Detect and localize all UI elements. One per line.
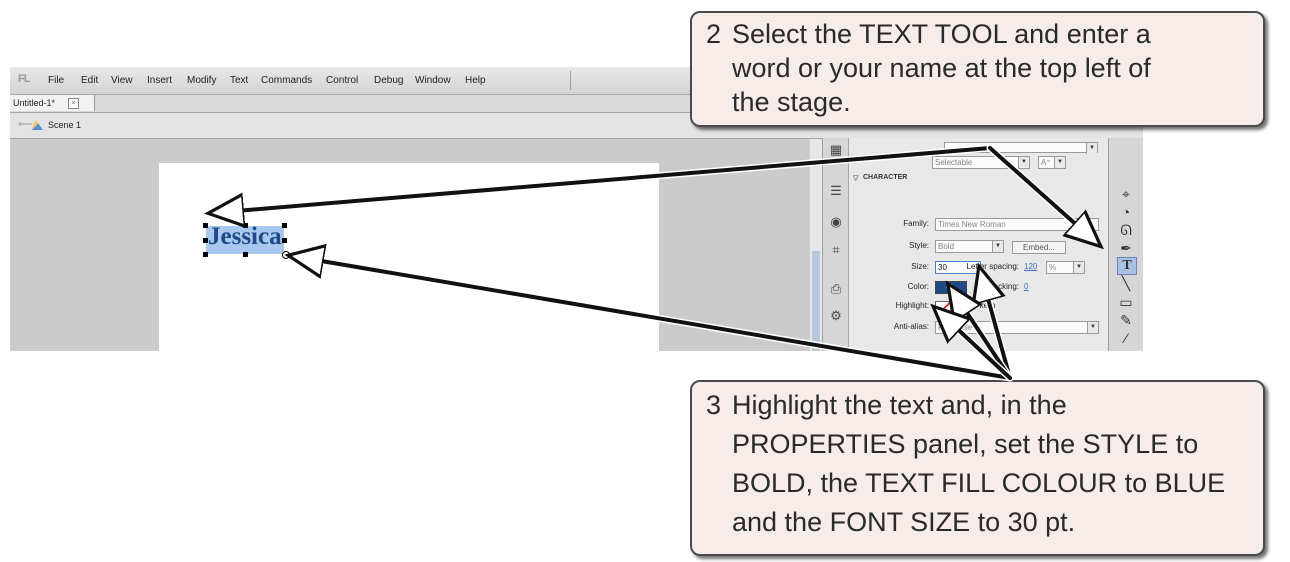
callout-line: Highlight the text and, in the [732,390,1067,420]
antialias-label: Anti-alias: [893,322,929,331]
chevron-down-icon: ▼ [1018,157,1029,168]
letter-spacing-value[interactable]: 120 [1024,262,1037,271]
chevron-down-icon: ▼ [992,241,1003,252]
collapse-triangle-icon: ▽ [853,175,859,182]
app-logo: FL [18,73,30,85]
free-transform-tool-icon[interactable]: ⌖ [1117,186,1135,202]
menu-commands[interactable]: Commands [261,75,312,86]
spacing-unit-value: % [1049,263,1057,272]
menu-debug[interactable]: Debug [374,75,403,86]
components-icon[interactable]: ⚙ [828,308,844,324]
antialias-select[interactable]: Readable ▼ [935,321,1099,334]
menu-help[interactable]: Help [465,75,486,86]
resize-handle[interactable] [243,252,248,257]
menu-view[interactable]: View [111,75,133,86]
chevron-down-icon: ▼ [1086,143,1097,154]
callout-line: PROPERTIES panel, set the STYLE to [732,429,1199,459]
antialias-value: Readable [938,323,973,332]
resize-handle[interactable] [282,223,287,228]
menu-file[interactable]: File [48,75,64,86]
resize-handle[interactable] [282,238,287,243]
info-icon[interactable]: ◉ [828,214,844,230]
color-label: Color: [907,282,929,291]
callout-line: Select the TEXT TOOL and enter a [732,19,1151,49]
scene-label[interactable]: Scene 1 [48,120,81,130]
scrollbar-thumb[interactable] [812,251,820,351]
callout-step-3: 3 Highlight the text and, in the PROPERT… [690,380,1265,556]
stage-pasteboard: Jessica [10,139,810,351]
pencil-tool-icon[interactable]: ✎ [1117,312,1135,328]
properties-panel: ▼ Selectable ▼ A⁼ ▼ ▽ CHARACTER Family: … [848,138,1109,351]
scene-icon [31,120,43,130]
document-tab[interactable]: Untitled-1* × [10,95,95,111]
auto-kern-label[interactable]: Auto kern [961,301,1011,310]
callout-line: word or your name at the top left of [732,53,1151,83]
back-arrow-icon[interactable]: ⟵ [18,119,32,130]
text-color-swatch[interactable] [935,281,967,294]
text-box-corner-handle[interactable] [282,251,290,259]
resize-handle[interactable] [203,238,208,243]
lasso-tool-icon[interactable]: ᘏ [1117,222,1135,238]
family-label: Family: [903,219,929,228]
menu-edit[interactable]: Edit [81,75,98,86]
3d-rotation-tool-icon[interactable]: ◔ [1117,204,1135,220]
callout-step-2: 2 Select the TEXT TOOL and enter a word … [690,11,1265,127]
transform-icon[interactable]: ⌗ [828,242,844,258]
tracking-label: Tracking: [986,282,1019,291]
tools-panel: ⌖ ◔ ᘏ ✒ T ╲ ▭ ✎ ⁄ [1108,138,1143,351]
document-tab-label: Untitled-1* [13,98,56,108]
rectangle-tool-icon[interactable]: ▭ [1117,294,1135,310]
embed-button[interactable]: Embed... [1012,241,1066,254]
close-icon[interactable]: × [68,98,79,109]
letter-spacing-label: Letter spacing: [966,262,1019,271]
menu-modify[interactable]: Modify [187,75,216,86]
section-title: CHARACTER [863,174,908,181]
menu-insert[interactable]: Insert [147,75,172,86]
callout-line: and the FONT SIZE to 30 pt. [732,507,1076,537]
font-family-field[interactable]: Times New Roman [935,218,1099,231]
menu-window[interactable]: Window [415,75,451,86]
align-icon[interactable]: ☰ [828,183,844,199]
text-options-select[interactable]: A⁼ ▼ [1038,156,1066,169]
font-style-select[interactable]: Bold ▼ [935,240,1004,253]
highlight-label: Highlight: [895,301,929,310]
pen-tool-icon[interactable]: ✒ [1117,240,1135,256]
actions-icon[interactable]: ⎙ [828,281,844,297]
section-header-character[interactable]: ▽ CHARACTER [853,174,908,182]
highlight-swatch[interactable] [935,301,957,312]
instance-type-field[interactable]: ▼ [944,142,1098,154]
panel-icon-strip: ▦ ☰ ◉ ⌗ ⎙ ⚙ [822,138,848,351]
vertical-scrollbar[interactable] [810,139,822,351]
line-tool-icon[interactable]: ╲ [1117,275,1135,291]
style-label: Style: [908,241,929,250]
chevron-down-icon: ▼ [1054,157,1065,168]
menu-text[interactable]: Text [230,75,248,86]
resize-handle[interactable] [243,223,248,228]
callout-line: the stage. [732,87,851,117]
text-options-icon: A⁼ [1041,158,1051,167]
font-style-value: Bold [938,242,955,251]
menu-separator [570,71,571,90]
library-icon[interactable]: ▦ [828,142,844,158]
brush-tool-icon[interactable]: ⁄ [1117,330,1135,346]
callout-step-number: 3 [706,390,722,420]
text-field[interactable]: Jessica [203,223,290,259]
callout-line: BOLD, the TEXT FILL COLOUR to BLUE [732,468,1226,498]
chevron-down-icon: ▼ [1073,262,1084,273]
menu-control[interactable]: Control [326,75,358,86]
resize-handle[interactable] [203,223,208,228]
resize-handle[interactable] [203,252,208,257]
callout-step-number: 2 [706,19,722,49]
tracking-value[interactable]: 0 [1024,282,1028,291]
spacing-unit-select[interactable]: % ▼ [1046,261,1085,274]
stage[interactable]: Jessica [159,163,659,351]
behavior-select[interactable]: Selectable ▼ [932,156,1030,169]
behavior-value: Selectable [935,158,973,167]
size-label: Size: [911,262,929,271]
font-size-value: 30 [938,263,947,272]
font-family-value: Times New Roman [938,220,1006,229]
chevron-down-icon: ▼ [1087,322,1098,333]
text-tool-icon[interactable]: T [1117,257,1137,275]
